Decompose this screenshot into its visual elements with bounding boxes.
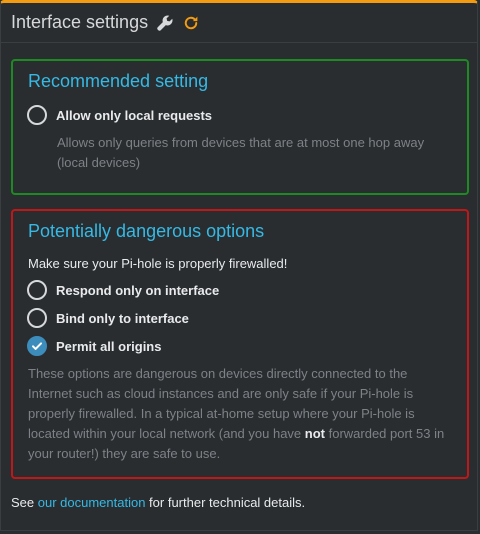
interface-settings-panel: Interface settings Recommended setting A…	[0, 0, 478, 531]
help-line: properly firewalled. In a typical at-hom…	[28, 406, 415, 421]
help-line: your router!) they are safe to use.	[28, 446, 221, 461]
help-line: (local devices)	[57, 155, 141, 170]
dangerous-options-box: Potentially dangerous options Make sure …	[11, 209, 469, 479]
footer-suffix: for further technical details.	[145, 495, 306, 510]
recommended-setting-box: Recommended setting Allow only local req…	[11, 59, 469, 195]
footer-note: See our documentation for further techni…	[11, 495, 305, 510]
option-label: Respond only on interface	[56, 282, 220, 298]
firewall-warning: Make sure your Pi-hole is properly firew…	[28, 256, 288, 271]
footer-prefix: See	[11, 495, 38, 510]
help-line: Internet such as cloud instances and are…	[28, 386, 414, 401]
check-icon	[32, 342, 42, 350]
option-label: Bind only to interface	[56, 310, 189, 326]
option-respond-only-on-interface[interactable]: Respond only on interface	[27, 280, 219, 300]
dangerous-help-text: These options are dangerous on devices d…	[28, 364, 444, 464]
option-permit-all-origins[interactable]: Permit all origins	[27, 336, 161, 356]
panel-header: Interface settings	[1, 3, 477, 43]
documentation-link[interactable]: our documentation	[38, 495, 146, 510]
option-label: Allow only local requests	[56, 107, 213, 123]
recommended-help-text: Allows only queries from devices that ar…	[57, 133, 424, 173]
help-line: Allows only queries from devices that ar…	[57, 135, 425, 150]
help-line: located within your local network (and y…	[28, 424, 444, 444]
dangerous-options-title: Potentially dangerous options	[28, 221, 265, 241]
wrench-icon	[156, 14, 174, 32]
radio-bind-only-to-interface[interactable]	[27, 308, 47, 328]
option-bind-only-to-interface[interactable]: Bind only to interface	[27, 308, 189, 328]
help-line: These options are dangerous on devices d…	[28, 366, 408, 381]
help-text: forwarded port 53 in	[324, 426, 445, 441]
radio-respond-only-on-interface[interactable]	[27, 280, 47, 300]
option-label: Permit all origins	[56, 338, 162, 354]
refresh-icon[interactable]	[182, 14, 200, 32]
help-emphasis: not	[304, 426, 325, 441]
radio-allow-local-requests[interactable]	[27, 105, 47, 125]
help-text: located within your local network (and y…	[28, 426, 305, 441]
option-allow-local-requests[interactable]: Allow only local requests	[27, 105, 212, 125]
recommended-setting-title: Recommended setting	[28, 71, 209, 91]
panel-title: Interface settings	[11, 12, 149, 32]
radio-permit-all-origins[interactable]	[27, 336, 47, 356]
